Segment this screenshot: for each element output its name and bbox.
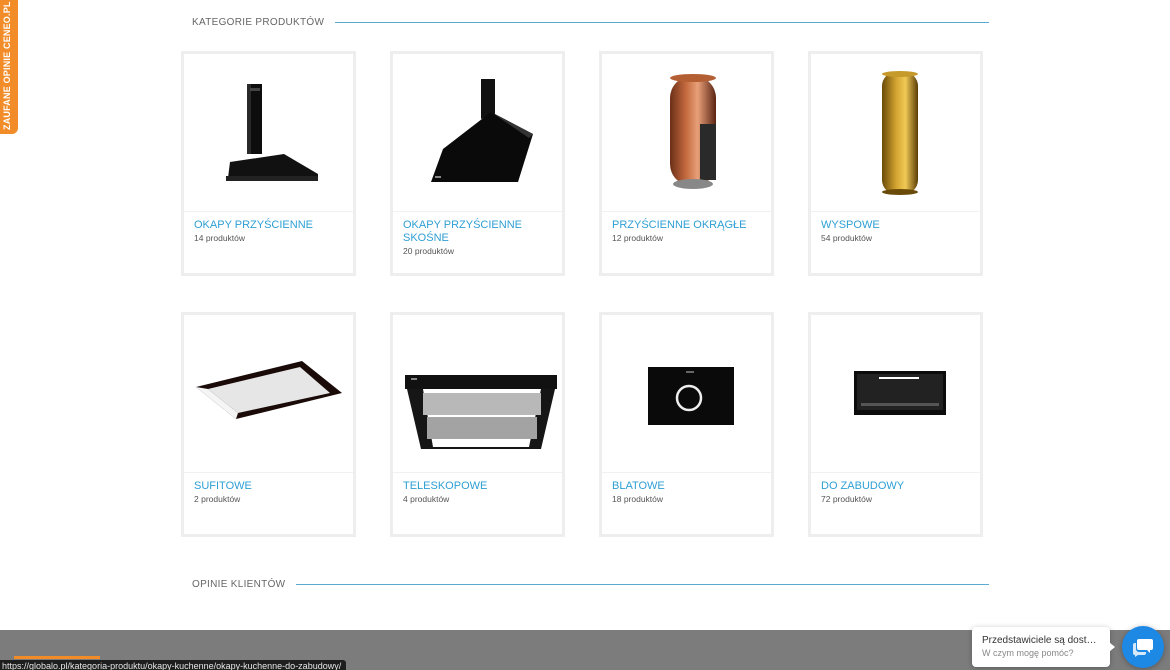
category-card-telescopic-hoods[interactable]: TELESKOPOWE 4 produktów [390,312,565,537]
category-card-ceiling-hoods[interactable]: SUFITOWE 2 produktów [181,312,356,537]
category-product-count: 4 produktów [403,494,450,504]
category-product-count: 18 produktów [612,494,664,504]
header-divider [335,22,989,23]
island-hood-icon [811,54,980,212]
category-product-count: 2 produktów [194,494,241,504]
reviews-section-title: OPINIE KLIENTÓW [192,579,286,590]
ceiling-hood-icon [184,315,353,473]
category-card-angled-wall-hoods[interactable]: OKAPY PRZYŚCIENNE SKOŚNE 20 produktów [390,51,565,276]
category-card-countertop-hoods[interactable]: BLATOWE 18 produktów [599,312,774,537]
category-product-count: 20 produktów [403,246,455,256]
built-in-hood-icon [811,315,980,473]
category-name[interactable]: OKAPY PRZYŚCIENNE 14 produktów [194,219,344,244]
category-name[interactable]: DO ZABUDOWY 72 produktów [821,480,971,505]
category-name[interactable]: TELESKOPOWE 4 produktów [403,480,553,505]
category-product-count: 72 produktów [821,494,873,504]
category-product-count: 54 produktów [821,233,873,243]
telescopic-hood-icon [393,315,562,473]
chat-open-button[interactable] [1122,626,1164,668]
category-card-island-hoods[interactable]: WYSPOWE 54 produktów [808,51,983,276]
header-divider [296,584,989,585]
category-card-round-wall-hoods[interactable]: PRZYŚCIENNE OKRĄGŁE 12 produktów [599,51,774,276]
categories-section-header: KATEGORIE PRODUKTÓW [192,17,989,28]
ceneo-badge-label: ZAUFANE OPINIE CENEO.PL [2,1,12,130]
ceneo-reviews-badge[interactable]: ZAUFANE OPINIE CENEO.PL [0,0,18,134]
category-card-built-in-hoods[interactable]: DO ZABUDOWY 72 produktów [808,312,983,537]
angled-wall-hood-icon [393,54,562,212]
category-name[interactable]: BLATOWE 18 produktów [612,480,762,505]
wall-chimney-hood-icon [184,54,353,212]
footer-accent-bar [14,656,100,659]
chat-greeting-title: Przedstawiciele są dostępni [982,635,1100,646]
round-wall-hood-icon [602,54,771,212]
reviews-section-header: OPINIE KLIENTÓW [192,579,989,590]
status-bar-url: https://globalo.pl/kategoria-produktu/ok… [0,660,347,670]
category-name[interactable]: WYSPOWE 54 produktów [821,219,971,244]
category-card-wall-hoods[interactable]: OKAPY PRZYŚCIENNE 14 produktów [181,51,356,276]
category-name[interactable]: PRZYŚCIENNE OKRĄGŁE 12 produktów [612,219,762,244]
category-product-count: 12 produktów [612,233,664,243]
chat-bubble-tail [1109,642,1115,652]
chat-greeting-subtitle: W czym mogę pomóc? [982,648,1074,658]
chat-icon [1133,639,1153,657]
category-name[interactable]: OKAPY PRZYŚCIENNE SKOŚNE 20 produktów [403,219,553,257]
chat-greeting-bubble[interactable]: Przedstawiciele są dostępni W czym mogę … [972,627,1110,667]
category-product-count: 14 produktów [194,233,246,243]
category-name[interactable]: SUFITOWE 2 produktów [194,480,344,505]
countertop-hood-icon [602,315,771,473]
categories-section-title: KATEGORIE PRODUKTÓW [192,17,325,28]
